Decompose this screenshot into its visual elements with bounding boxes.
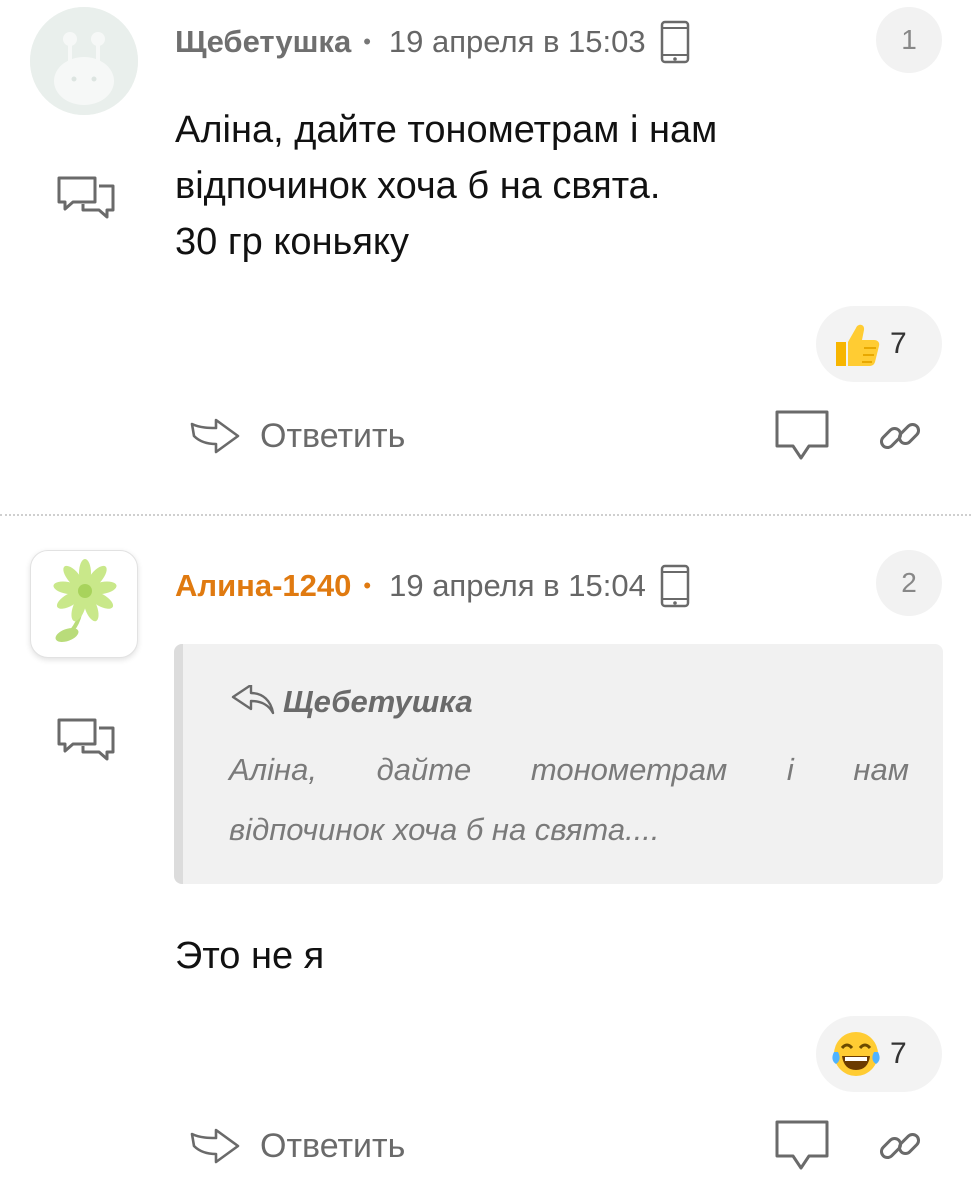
author-name[interactable]: Щебетушка [175,24,351,60]
user-avatar[interactable] [30,7,138,115]
reaction-pill[interactable]: 7 [816,1016,942,1092]
quote-word: дайте [376,752,472,787]
reaction-count: 7 [890,327,907,360]
quote-word: нам [853,752,909,787]
quote-line: Аліна, дайте тонометрам і нам [229,740,909,800]
flower-avatar-icon [53,559,117,642]
quote-word: і [786,752,794,787]
thread-icon[interactable] [55,172,117,224]
reply-arrow-icon [190,418,240,454]
separator-dot: • [363,573,372,598]
comment-actions: Ответить [0,1116,971,1176]
quoted-comment[interactable]: Щебетушка Аліна, дайте тонометрам і нам … [174,644,943,884]
tears-of-joy-icon [832,1032,880,1076]
separator-dot: • [363,29,371,54]
comment-date: 19 апреля в 15:03 [388,24,646,59]
comment-2: Алина-1240 • 19 апреля в 15:04 2 Щебетуш… [0,522,971,1200]
reply-label: Ответить [260,416,406,455]
link-icon[interactable] [876,412,924,460]
reply-arrow-icon [190,1128,240,1164]
quote-reply-icon [231,685,275,715]
link-icon[interactable] [876,1122,924,1170]
comment-bubble-icon[interactable] [773,1118,831,1174]
quote-text: Аліна, дайте тонометрам і нам відпочинок… [229,740,909,860]
author-name[interactable]: Алина-1240 [175,568,351,604]
comment-text-line: Аліна, дайте тонометрам і нам [175,109,718,151]
reaction-count: 7 [890,1037,907,1070]
reply-label: Ответить [260,1126,406,1165]
snail-avatar-icon [30,7,138,115]
comment-text: Это не я [175,928,324,984]
reply-button[interactable]: Ответить [188,1120,405,1172]
comment-text-line: 30 гр коньяку [175,221,409,263]
quote-line: відпочинок хоча б на свята.... [229,812,660,847]
thread-icon[interactable] [55,714,117,766]
quote-author: Щебетушка [283,684,473,719]
comment-number-badge[interactable]: 2 [876,550,942,616]
thumbs-up-icon [836,324,880,366]
comment-date: 19 апреля в 15:04 [389,568,646,603]
comment-actions: Ответить [0,406,971,466]
quote-word: тонометрам [530,752,728,787]
mobile-phone-icon [660,564,690,608]
comment-text-line: Это не я [175,935,325,977]
mobile-phone-icon [660,20,689,64]
reaction-pill[interactable]: 7 [816,306,942,382]
comment-meta: Щебетушка • 19 апреля в 15:03 [175,20,690,64]
comment-number-badge[interactable]: 1 [876,7,942,73]
reply-button[interactable]: Ответить [188,410,405,462]
comment-text-line: відпочинок хоча б на свята. [175,165,661,207]
comment-1: Щебетушка • 19 апреля в 15:03 1 Аліна, д… [0,0,971,512]
quote-header: Щебетушка [229,684,473,720]
comment-meta: Алина-1240 • 19 апреля в 15:04 [175,564,690,608]
quote-word: Аліна, [229,752,317,787]
user-avatar[interactable] [30,550,138,658]
comment-bubble-icon[interactable] [773,408,831,464]
comment-divider [0,514,971,516]
comment-text: Аліна, дайте тонометрам і нам відпочинок… [175,102,717,270]
